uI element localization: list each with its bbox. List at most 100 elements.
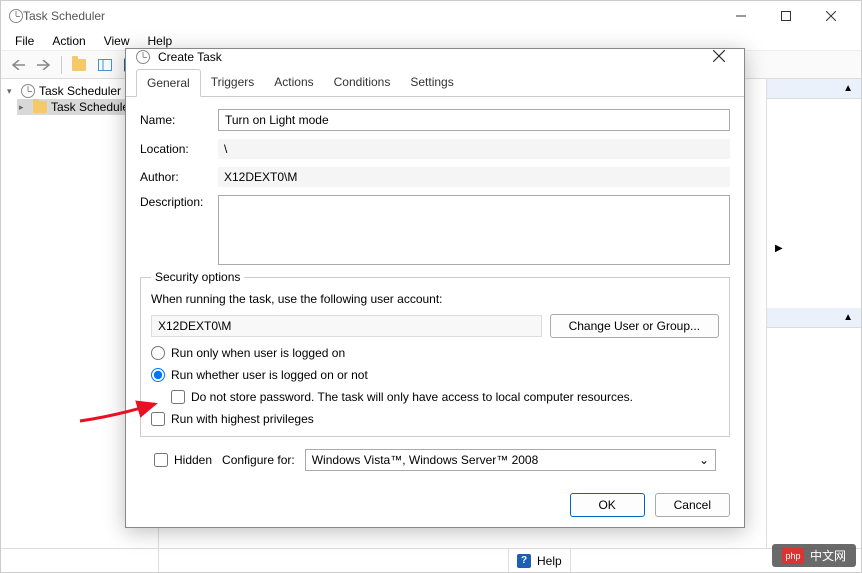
user-account-display: X12DEXT0\M bbox=[151, 315, 542, 337]
location-value: \ bbox=[218, 139, 730, 159]
radio-logged-on[interactable]: Run only when user is logged on bbox=[151, 346, 719, 360]
name-label: Name: bbox=[140, 113, 210, 127]
chevron-up-icon: ▲ bbox=[843, 83, 853, 94]
checkbox-highest-priv-label: Run with highest privileges bbox=[171, 412, 314, 426]
maximize-icon bbox=[781, 11, 791, 21]
expander-icon[interactable]: ▾ bbox=[7, 86, 17, 97]
checkbox-no-password-label: Do not store password. The task will onl… bbox=[191, 390, 633, 404]
up-button[interactable] bbox=[68, 54, 90, 76]
arrow-right-icon bbox=[37, 60, 51, 70]
radio-whether-logged-input[interactable] bbox=[151, 368, 165, 382]
cancel-button[interactable]: Cancel bbox=[655, 493, 730, 517]
folder-icon bbox=[72, 59, 86, 71]
checkbox-hidden-label: Hidden bbox=[174, 453, 212, 467]
status-help-label: Help bbox=[537, 554, 562, 568]
description-label: Description: bbox=[140, 195, 210, 209]
location-row: Location: \ bbox=[140, 139, 730, 159]
tab-strip: General Triggers Actions Conditions Sett… bbox=[126, 69, 744, 97]
radio-whether-logged-label: Run whether user is logged on or not bbox=[171, 368, 368, 382]
configure-for-label: Configure for: bbox=[222, 453, 295, 467]
create-task-dialog: Create Task General Triggers Actions Con… bbox=[125, 48, 745, 528]
watermark-text: 中文网 bbox=[810, 547, 846, 564]
description-input[interactable] bbox=[218, 195, 730, 265]
status-help[interactable]: ? Help bbox=[509, 549, 571, 572]
dialog-close-button[interactable] bbox=[704, 49, 734, 65]
status-bar: ? Help bbox=[1, 548, 861, 572]
clock-icon bbox=[21, 84, 35, 98]
tree-child-label: Task Schedule bbox=[51, 100, 129, 114]
tab-settings[interactable]: Settings bbox=[400, 69, 463, 96]
spacer bbox=[767, 258, 861, 308]
author-row: Author: X12DEXT0\M bbox=[140, 167, 730, 187]
forward-button[interactable] bbox=[33, 54, 55, 76]
menu-help[interactable]: Help bbox=[140, 32, 181, 50]
configure-for-select[interactable]: Windows Vista™, Windows Server™ 2008 ⌄ bbox=[305, 449, 716, 471]
security-fieldset: Security options When running the task, … bbox=[140, 277, 730, 437]
tab-actions[interactable]: Actions bbox=[264, 69, 323, 96]
dialog-title: Create Task bbox=[158, 50, 704, 64]
back-button[interactable] bbox=[7, 54, 29, 76]
expander-icon[interactable]: ▸ bbox=[19, 102, 29, 113]
action-header-2[interactable]: ▲ bbox=[767, 308, 861, 328]
window-controls bbox=[718, 1, 853, 31]
checkbox-hidden[interactable]: Hidden bbox=[154, 453, 212, 467]
menu-action[interactable]: Action bbox=[44, 32, 93, 50]
app-icon bbox=[9, 9, 23, 23]
checkbox-highest-priv[interactable]: Run with highest privileges bbox=[151, 412, 719, 426]
action-row[interactable]: ▶ bbox=[767, 239, 861, 258]
checkbox-highest-priv-input[interactable] bbox=[151, 412, 165, 426]
action-header-1[interactable]: ▲ bbox=[767, 79, 861, 99]
checkbox-no-password-input[interactable] bbox=[171, 390, 185, 404]
change-user-button[interactable]: Change User or Group... bbox=[550, 314, 719, 338]
user-row: X12DEXT0\M Change User or Group... bbox=[151, 314, 719, 338]
name-input[interactable] bbox=[218, 109, 730, 131]
security-legend: Security options bbox=[151, 270, 244, 284]
panes-icon bbox=[98, 59, 112, 71]
php-logo-icon: php bbox=[782, 548, 804, 564]
close-icon bbox=[826, 11, 836, 21]
security-content: When running the task, use the following… bbox=[151, 292, 719, 426]
ok-button[interactable]: OK bbox=[570, 493, 645, 517]
panes-button[interactable] bbox=[94, 54, 116, 76]
minimize-icon bbox=[736, 11, 746, 21]
folder-icon bbox=[33, 101, 47, 113]
status-seg-2 bbox=[159, 549, 509, 572]
window-title: Task Scheduler bbox=[23, 9, 718, 23]
location-label: Location: bbox=[140, 142, 210, 156]
dialog-titlebar: Create Task bbox=[126, 49, 744, 65]
radio-whether-logged[interactable]: Run whether user is logged on or not bbox=[151, 368, 719, 382]
dialog-footer: OK Cancel bbox=[126, 483, 744, 527]
tab-general[interactable]: General bbox=[136, 69, 201, 97]
author-value: X12DEXT0\M bbox=[218, 167, 730, 187]
arrow-left-icon bbox=[11, 60, 25, 70]
close-button[interactable] bbox=[808, 1, 853, 31]
status-seg-1 bbox=[1, 549, 159, 572]
minimize-button[interactable] bbox=[718, 1, 763, 31]
help-icon: ? bbox=[517, 554, 531, 568]
separator bbox=[61, 56, 62, 74]
checkbox-no-password[interactable]: Do not store password. The task will onl… bbox=[171, 390, 719, 404]
menu-view[interactable]: View bbox=[96, 32, 138, 50]
dialog-body: Name: Location: \ Author: X12DEXT0\M Des… bbox=[126, 97, 744, 483]
watermark: php 中文网 bbox=[772, 544, 856, 567]
tab-conditions[interactable]: Conditions bbox=[324, 69, 401, 96]
maximize-button[interactable] bbox=[763, 1, 808, 31]
radio-logged-on-input[interactable] bbox=[151, 346, 165, 360]
chevron-down-icon: ⌄ bbox=[699, 453, 709, 467]
chevron-right-icon: ▶ bbox=[775, 243, 783, 254]
author-label: Author: bbox=[140, 170, 210, 184]
user-prompt: When running the task, use the following… bbox=[151, 292, 719, 306]
bottom-row: Hidden Configure for: Windows Vista™, Wi… bbox=[140, 445, 730, 471]
spacer bbox=[767, 99, 861, 239]
actions-pane: ▲ ▶ ▲ bbox=[766, 79, 861, 548]
name-row: Name: bbox=[140, 109, 730, 131]
clock-icon bbox=[136, 50, 150, 64]
chevron-up-icon: ▲ bbox=[843, 312, 853, 323]
tree-root-label: Task Scheduler (L bbox=[39, 84, 135, 98]
menu-file[interactable]: File bbox=[7, 32, 42, 50]
radio-logged-on-label: Run only when user is logged on bbox=[171, 346, 345, 360]
tab-triggers[interactable]: Triggers bbox=[201, 69, 265, 96]
description-row: Description: bbox=[140, 195, 730, 265]
main-titlebar: Task Scheduler bbox=[1, 1, 861, 31]
checkbox-hidden-input[interactable] bbox=[154, 453, 168, 467]
